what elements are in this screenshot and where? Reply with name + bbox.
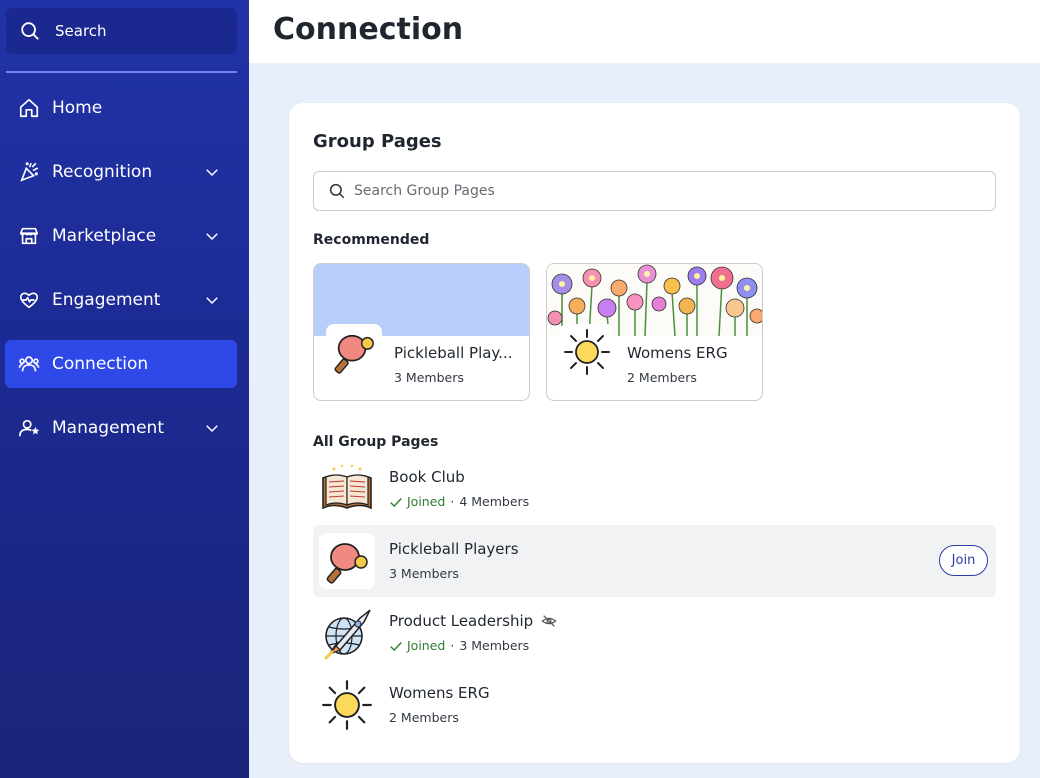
group-pages-card: Group Pages Recommended Pickleball Play.… (289, 103, 1020, 763)
search-icon (328, 182, 346, 200)
group-members: 3 Members (459, 638, 530, 653)
sidebar-item-label: Engagement (52, 290, 161, 310)
sun-icon (319, 677, 375, 733)
group-row-book-club[interactable]: Book Club Joined · 4 Members (313, 453, 996, 525)
joined-label: Joined (407, 494, 446, 509)
group-members: 4 Members (459, 494, 530, 509)
sidebar-item-connection[interactable]: Connection (5, 340, 237, 388)
sidebar-item-label: Connection (52, 354, 149, 374)
group-members: 2 Members (389, 710, 459, 725)
group-name: Book Club (389, 468, 465, 486)
group-row-pickleball-players[interactable]: Pickleball Players 3 Members Join (313, 525, 996, 597)
meta-separator: · (450, 638, 455, 653)
sidebar-search-label: Search (55, 22, 107, 40)
group-meta: 2 Members (389, 710, 459, 725)
recommended-card-name: Womens ERG (627, 344, 728, 362)
card-title: Group Pages (313, 131, 442, 152)
page-title: Connection (273, 12, 464, 47)
eye-off-icon (541, 613, 557, 629)
user-star-icon (18, 417, 40, 439)
group-meta: 3 Members (389, 566, 459, 581)
meta-separator: · (450, 494, 455, 509)
sidebar-item-label: Home (52, 98, 103, 118)
sidebar-item-label: Recognition (52, 162, 153, 182)
chevron-down-icon[interactable] (203, 291, 221, 309)
group-list: Book Club Joined · 4 Members Pickleball … (313, 453, 996, 741)
heart-pulse-icon (18, 289, 40, 311)
sidebar-nav: Home Recognition Marketplace Engagement … (5, 84, 237, 468)
sidebar-item-engagement[interactable]: Engagement (5, 276, 237, 324)
recommended-card-pickleball[interactable]: Pickleball Play... 3 Members (313, 263, 530, 401)
group-name: Pickleball Players (389, 540, 519, 558)
sidebar-item-home[interactable]: Home (5, 84, 237, 132)
group-name: Product Leadership (389, 612, 557, 630)
party-popper-icon (18, 161, 40, 183)
join-button[interactable]: Join (939, 545, 988, 576)
page-header: Connection (249, 0, 1040, 63)
group-meta: Joined · 3 Members (389, 638, 529, 653)
group-name: Womens ERG (389, 684, 490, 702)
chevron-down-icon[interactable] (203, 419, 221, 437)
group-members: 3 Members (389, 566, 459, 581)
chevron-down-icon[interactable] (203, 163, 221, 181)
all-groups-label: All Group Pages (313, 434, 439, 450)
recommended-label: Recommended (313, 232, 430, 248)
group-search-field[interactable] (313, 171, 996, 211)
sidebar-search[interactable]: Search (6, 8, 237, 54)
sidebar-divider (6, 71, 237, 73)
paddle-icon (319, 533, 375, 589)
recommended-card-name: Pickleball Play... (394, 344, 513, 362)
group-row-womens-erg[interactable]: Womens ERG 2 Members (313, 669, 996, 741)
recommended-card-members: 2 Members (627, 370, 697, 385)
sidebar: Search Home Recognition Marketplace Enga… (0, 0, 249, 778)
group-search-input[interactable] (354, 183, 954, 199)
sidebar-item-label: Marketplace (52, 226, 157, 246)
rocket-globe-icon (319, 605, 375, 661)
paddle-icon (326, 324, 382, 380)
sidebar-item-marketplace[interactable]: Marketplace (5, 212, 237, 260)
group-meta: Joined · 4 Members (389, 494, 529, 509)
sidebar-item-management[interactable]: Management (5, 404, 237, 452)
book-icon (319, 461, 375, 517)
check-icon (389, 495, 403, 509)
users-icon (18, 353, 40, 375)
store-icon (18, 225, 40, 247)
group-row-product-leadership[interactable]: Product Leadership Joined · 3 Members (313, 597, 996, 669)
joined-label: Joined (407, 638, 446, 653)
recommended-card-womens-erg[interactable]: Womens ERG 2 Members (546, 263, 763, 401)
recommended-card-members: 3 Members (394, 370, 464, 385)
search-icon (19, 20, 41, 42)
group-name-text: Product Leadership (389, 612, 534, 630)
home-icon (18, 97, 40, 119)
chevron-down-icon[interactable] (203, 227, 221, 245)
sidebar-item-recognition[interactable]: Recognition (5, 148, 237, 196)
sun-icon (559, 324, 615, 380)
check-icon (389, 639, 403, 653)
sidebar-item-label: Management (52, 418, 164, 438)
